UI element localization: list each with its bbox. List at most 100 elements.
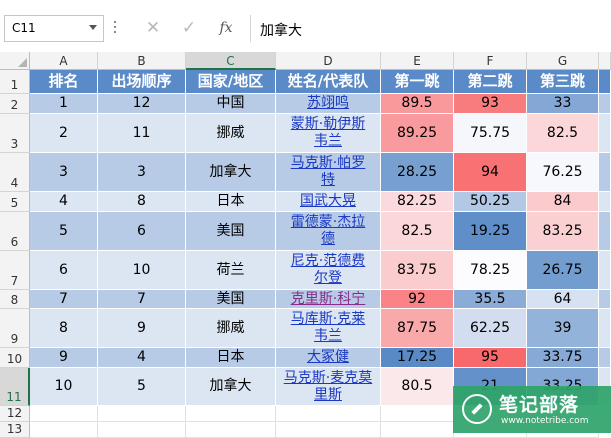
table-cell[interactable]: 9 — [98, 309, 186, 348]
score-cell[interactable]: 28.25 — [381, 153, 454, 192]
score-cell[interactable]: 80.5 — [381, 368, 454, 406]
player-name-link[interactable]: 苏翊鸣 — [276, 94, 381, 114]
row-header-3[interactable]: 3 — [0, 114, 30, 153]
empty-cell[interactable] — [186, 422, 276, 438]
row-header-7[interactable]: 7 — [0, 251, 30, 290]
player-name-line[interactable]: 马克斯·帕罗 — [291, 155, 365, 172]
score-cell[interactable]: 87.75 — [381, 309, 454, 348]
table-cell[interactable]: 中国 — [186, 94, 276, 114]
row-header-5[interactable]: 5 — [0, 192, 30, 212]
column-header-c[interactable]: C — [186, 52, 276, 70]
table-cell[interactable]: 4 — [30, 192, 98, 212]
table-cell-partial[interactable] — [599, 114, 611, 153]
player-name-link[interactable]: 马克斯·帕罗特 — [276, 153, 381, 192]
insert-function-icon[interactable]: fx — [216, 18, 236, 38]
score-cell[interactable]: 94 — [454, 153, 527, 192]
score-cell[interactable]: 95 — [454, 348, 527, 368]
table-cell-partial[interactable] — [599, 94, 611, 114]
player-name-link[interactable]: 蒙斯·勒伊斯 韦兰 — [276, 114, 381, 153]
row-header-2[interactable]: 2 — [0, 94, 30, 114]
score-cell[interactable]: 83.25 — [527, 212, 599, 251]
player-name-line[interactable]: 尼克·范德费 — [291, 253, 365, 270]
score-cell[interactable]: 89.5 — [381, 94, 454, 114]
table-cell-partial[interactable] — [599, 192, 611, 212]
row-header-6[interactable]: 6 — [0, 212, 30, 251]
player-name-link[interactable]: 尼克·范德费 尔登 — [276, 251, 381, 290]
score-cell[interactable]: 82.5 — [381, 212, 454, 251]
score-cell[interactable]: 89.25 — [381, 114, 454, 153]
select-all-button[interactable] — [0, 52, 30, 70]
player-name-text[interactable]: 克里斯·科宁 — [291, 291, 365, 308]
table-cell[interactable]: 美国 — [186, 290, 276, 309]
player-name-line[interactable]: 国武大晃 — [300, 193, 356, 210]
table-cell-partial[interactable] — [599, 212, 611, 251]
confirm-icon[interactable]: ✓ — [179, 18, 199, 38]
column-header-partial[interactable] — [599, 52, 611, 70]
header-cell[interactable]: 第三跳 — [527, 70, 599, 94]
player-name-text[interactable]: 马克斯·麦克莫 里斯 — [284, 370, 372, 404]
score-cell[interactable]: 62.25 — [454, 309, 527, 348]
score-cell[interactable]: 84 — [527, 192, 599, 212]
player-name-text[interactable]: 蒙斯·勒伊斯 韦兰 — [291, 116, 365, 150]
table-cell[interactable]: 9 — [30, 348, 98, 368]
table-cell-partial[interactable] — [599, 348, 611, 368]
score-cell[interactable]: 92 — [381, 290, 454, 309]
player-name-line[interactable]: 里斯 — [284, 387, 372, 404]
header-cell[interactable]: 第一跳 — [381, 70, 454, 94]
table-cell[interactable]: 3 — [30, 153, 98, 192]
score-cell[interactable]: 19.25 — [454, 212, 527, 251]
row-header-4[interactable]: 4 — [0, 153, 30, 192]
player-name-line[interactable]: 韦兰 — [291, 328, 365, 345]
column-header-f[interactable]: F — [454, 52, 527, 70]
empty-cell[interactable] — [98, 422, 186, 438]
score-cell[interactable]: 50.25 — [454, 192, 527, 212]
table-cell[interactable]: 12 — [98, 94, 186, 114]
formula-input[interactable]: 加拿大 — [260, 20, 302, 40]
score-cell[interactable]: 75.75 — [454, 114, 527, 153]
empty-cell[interactable] — [276, 406, 381, 422]
table-cell[interactable]: 10 — [98, 251, 186, 290]
player-name-text[interactable]: 尼克·范德费 尔登 — [291, 253, 365, 287]
table-cell[interactable]: 7 — [30, 290, 98, 309]
table-cell[interactable]: 5 — [98, 368, 186, 406]
row-header-8[interactable]: 8 — [0, 290, 30, 309]
header-cell[interactable]: 排名 — [30, 70, 98, 94]
score-cell[interactable]: 35.5 — [454, 290, 527, 309]
player-name-line[interactable]: 尔登 — [291, 270, 365, 287]
column-header-b[interactable]: B — [98, 52, 186, 70]
player-name-line[interactable]: 特 — [291, 172, 365, 189]
table-cell[interactable]: 6 — [98, 212, 186, 251]
empty-cell[interactable] — [186, 406, 276, 422]
column-header-g[interactable]: G — [527, 52, 599, 70]
name-box-value[interactable]: C11 — [12, 21, 36, 35]
score-cell[interactable]: 83.75 — [381, 251, 454, 290]
empty-cell[interactable] — [381, 422, 454, 438]
name-box[interactable]: C11 — [4, 15, 104, 42]
row-header-9[interactable]: 9 — [0, 309, 30, 348]
row-header-11[interactable]: 11 — [0, 368, 30, 406]
table-cell-partial[interactable] — [599, 309, 611, 348]
table-cell[interactable]: 加拿大 — [186, 368, 276, 406]
player-name-text[interactable]: 雷德蒙·杰拉德 — [291, 214, 365, 248]
score-cell[interactable]: 82.5 — [527, 114, 599, 153]
header-cell[interactable]: 姓名/代表队 — [276, 70, 381, 94]
player-name-text[interactable]: 马库斯·克莱 韦兰 — [291, 311, 365, 345]
row-header-13[interactable]: 13 — [0, 422, 30, 438]
table-cell[interactable]: 美国 — [186, 212, 276, 251]
empty-cell[interactable] — [30, 406, 98, 422]
score-cell[interactable]: 64 — [527, 290, 599, 309]
player-name-line[interactable]: 克里斯·科宁 — [291, 291, 365, 308]
table-cell-partial[interactable] — [599, 290, 611, 309]
row-header-1[interactable]: 1 — [0, 70, 30, 94]
table-cell[interactable]: 8 — [30, 309, 98, 348]
table-cell[interactable]: 日本 — [186, 348, 276, 368]
column-header-e[interactable]: E — [381, 52, 454, 70]
player-name-line[interactable]: 德 — [291, 231, 365, 248]
player-name-line[interactable]: 苏翊鸣 — [307, 95, 349, 112]
player-name-link[interactable]: 大冢健 — [276, 348, 381, 368]
score-cell[interactable]: 78.25 — [454, 251, 527, 290]
player-name-text[interactable]: 国武大晃 — [300, 193, 356, 210]
column-header-d[interactable]: D — [276, 52, 381, 70]
player-name-line[interactable]: 蒙斯·勒伊斯 — [291, 116, 365, 133]
table-cell-partial[interactable] — [599, 251, 611, 290]
